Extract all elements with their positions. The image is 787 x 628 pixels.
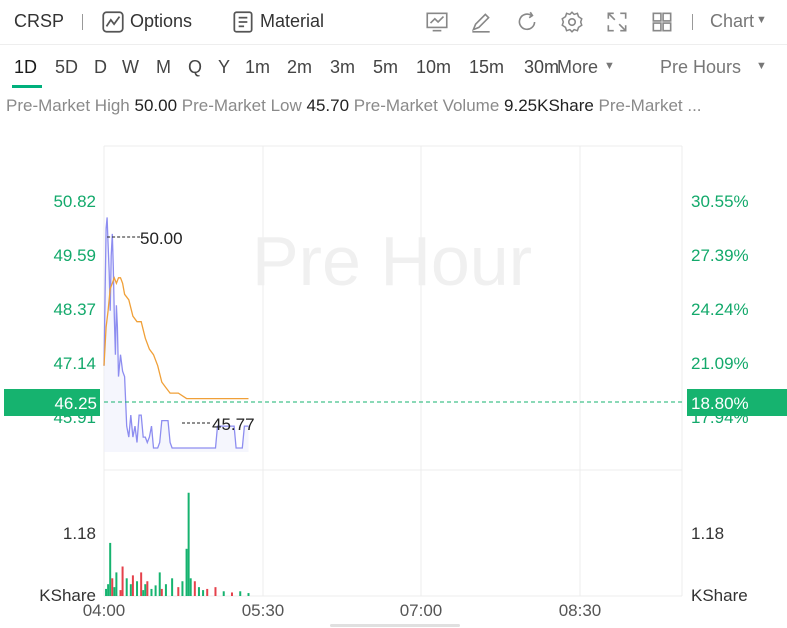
volume-bar [206,588,209,596]
volume-bar [113,587,116,596]
volume-bar [140,572,143,596]
current-price-value: 46.25 [54,394,97,413]
volume-bar [142,590,145,596]
volume-unit-right: KShare [691,586,748,605]
y-axis-right-tick: 27.39% [691,246,749,265]
y-axis-right-tick: 24.24% [691,300,749,319]
average-price-line [103,275,249,400]
volume-bar [105,588,108,596]
y-axis-left-tick: 48.37 [53,300,96,319]
volume-bar [121,566,124,596]
low-marker-label: 45.77 [212,415,255,434]
volume-tick-right: 1.18 [691,524,724,543]
volume-bar [125,578,128,596]
volume-bar [129,584,132,596]
volume-bar [131,575,134,596]
price-chart[interactable]: Pre Hour 50.8249.5948.3747.1445.9130.55%… [0,0,787,628]
volume-bar [181,581,184,596]
y-axis-left-tick: 49.59 [53,246,96,265]
volume-tick-left: 1.18 [63,524,96,543]
volume-bar [230,592,233,596]
volume-bar [164,584,167,596]
volume-bars [105,492,250,596]
volume-bar [187,492,190,596]
x-axis-tick: 07:00 [400,601,443,620]
volume-bar [136,581,139,596]
chart-watermark: Pre Hour [252,222,532,300]
volume-bar [144,584,147,596]
volume-bar [189,578,192,596]
y-axis-left-tick: 47.14 [53,354,96,373]
volume-bar [185,548,188,596]
y-axis-left-tick: 50.82 [53,192,96,211]
volume-bar [154,585,157,596]
y-axis-right-tick: 21.09% [691,354,749,373]
volume-bar [214,587,217,596]
price-line [103,217,249,449]
volume-bar [119,590,122,596]
volume-bar [146,581,149,596]
volume-bar [239,591,242,596]
current-pct-value: 18.80% [691,394,749,413]
volume-bar [107,584,110,596]
volume-bar [197,587,200,596]
volume-bar [247,593,250,596]
volume-bar [109,542,112,596]
volume-bar [150,588,153,596]
volume-bar [111,578,114,596]
volume-bar [160,588,163,596]
high-marker-label: 50.00 [140,229,183,248]
volume-bar [202,590,205,596]
chart-grid [103,145,683,597]
volume-bar [222,591,225,596]
volume-bar [158,572,161,596]
x-axis-tick: 08:30 [559,601,602,620]
x-axis-tick: 05:30 [242,601,285,620]
chart-scrollbar [330,624,460,627]
volume-bar [193,581,196,596]
volume-bar [177,587,180,596]
volume-bar [115,572,118,596]
x-axis-tick: 04:00 [83,601,126,620]
volume-bar [171,578,174,596]
y-axis-right-tick: 30.55% [691,192,749,211]
